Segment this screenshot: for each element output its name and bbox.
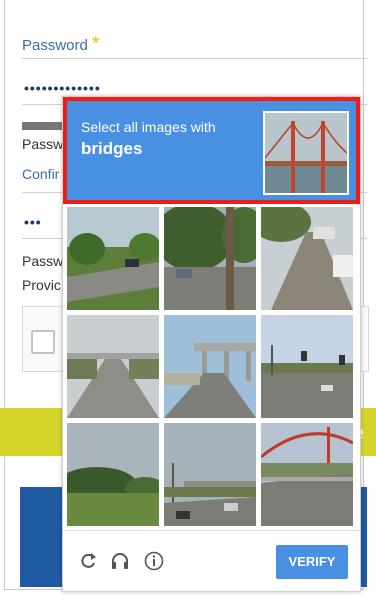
tile-road-cars[interactable]: [261, 207, 353, 310]
password-field[interactable]: •••••••••••••: [24, 80, 101, 96]
password-hint-fragment: Passw: [22, 136, 64, 152]
tile-highway-overpass[interactable]: [67, 315, 159, 418]
required-marker: *: [91, 33, 100, 55]
captcha-prompt: Select all images with: [81, 119, 216, 135]
strength-bar: [22, 122, 62, 130]
divider: [22, 58, 367, 59]
tile-road-tree-trunk[interactable]: [164, 207, 256, 310]
captcha-header: Select all images with bridges: [63, 97, 360, 204]
provide-note-fragment: Provic: [22, 277, 61, 293]
confirm-password-field[interactable]: •••: [24, 214, 42, 230]
tile-road-trees[interactable]: [67, 207, 159, 310]
captcha-footer: VERIFY: [63, 530, 360, 591]
recaptcha-checkbox[interactable]: [31, 330, 55, 354]
bridge-example-image: [263, 111, 349, 195]
password-label: Password *: [22, 33, 100, 55]
captcha-challenge: Select all images with bridges VERIFY: [62, 96, 361, 592]
verify-button[interactable]: VERIFY: [276, 545, 348, 579]
captcha-target: bridges: [81, 139, 143, 158]
password-note-fragment: Passw: [22, 253, 64, 269]
tile-intersection-lights[interactable]: [261, 315, 353, 418]
tile-red-bridge-road[interactable]: [261, 423, 353, 526]
audio-icon[interactable]: [109, 551, 131, 573]
info-icon[interactable]: [143, 551, 165, 573]
tile-road-overpass-cars[interactable]: [164, 423, 256, 526]
tile-field-trees[interactable]: [67, 423, 159, 526]
reload-icon[interactable]: [77, 551, 99, 573]
tile-road-elevated-bridge[interactable]: [164, 315, 256, 418]
confirm-password-label: Confir: [22, 166, 60, 182]
